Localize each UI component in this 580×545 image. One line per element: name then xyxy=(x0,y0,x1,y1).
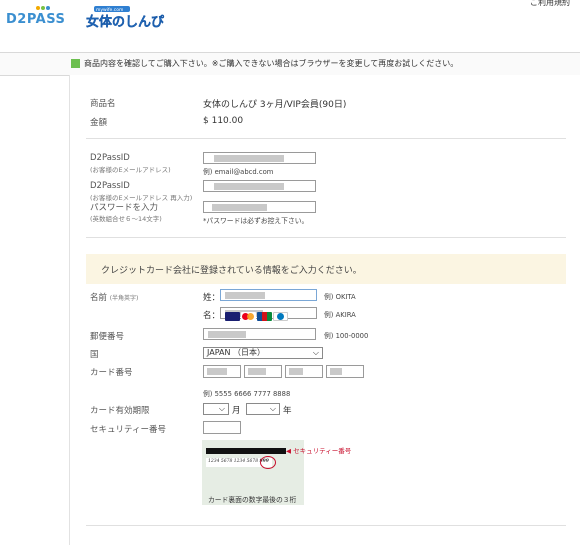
purchase-form: 商品名 女体のしんぴ 3ヶ月/VIP会員(90日) 金額 $ 110.00 D2… xyxy=(69,75,580,545)
d2passid-label: D2PassID xyxy=(90,153,130,163)
last-name-hint: 例) OKITA xyxy=(324,293,356,301)
brand-caption: mywife.com xyxy=(96,7,123,13)
card-number-hint: 例) 5555 6666 7777 8888 xyxy=(203,390,291,398)
name-label-text: 名前 xyxy=(90,293,108,303)
country-value: JAPAN （日本） xyxy=(207,348,266,357)
cvv-illustration: 1234 5678 1234 5678 999 ◀ セキュリティー番号 カード裏… xyxy=(202,440,351,505)
notice-square-icon xyxy=(71,59,80,68)
card-brand-logos xyxy=(225,312,289,321)
site-header: D2PASS mywife.com 女体のしんぴ ご利用規約 xyxy=(0,0,580,36)
security-code-label: セキュリティー番号 xyxy=(90,425,166,435)
notice-text: 商品内容を確認してご購入下さい。※ご購入できない場合はブラウザーを変更して再度お… xyxy=(84,59,459,68)
expiry-month-select[interactable]: ⌵ xyxy=(203,403,229,415)
mastercard-icon xyxy=(241,312,256,321)
first-name-prefix: 名： xyxy=(203,311,221,321)
expiry-year-select[interactable]: ⌵ xyxy=(246,403,280,415)
last-name-input[interactable] xyxy=(220,289,317,301)
chevron-down-icon: ⌵ xyxy=(218,404,225,413)
card-number-part-4[interactable] xyxy=(326,365,364,378)
expiry-label: カード有効期限 xyxy=(90,406,150,416)
password-sublabel: (英数組合せ６～14文字) xyxy=(90,215,162,223)
postal-hint: 例) 100-0000 xyxy=(324,332,369,340)
product-name-label: 商品名 xyxy=(90,99,116,109)
cvv-highlight-icon xyxy=(260,456,276,469)
d2passid-confirm-input[interactable] xyxy=(203,180,316,192)
d2passid-hint: 例) email@abcd.com xyxy=(203,168,274,176)
d2passid-sublabel: (お客様のEメールアドレス) xyxy=(90,166,171,174)
card-number-part-2[interactable] xyxy=(244,365,282,378)
brand-logo[interactable]: mywife.com 女体のしんぴ xyxy=(86,6,174,30)
product-name-value: 女体のしんぴ 3ヶ月/VIP会員(90日) xyxy=(203,100,347,110)
name-label: 名前 (半角英字) xyxy=(90,291,138,303)
country-label: 国 xyxy=(90,350,99,360)
notice-bar: 商品内容を確認してご購入下さい。※ご購入できない場合はブラウザーを変更して再度お… xyxy=(0,52,580,76)
last-name-prefix: 姓： xyxy=(203,293,221,303)
divider xyxy=(86,525,566,526)
card-number-label: カード番号 xyxy=(90,368,133,378)
card-number-part-1[interactable] xyxy=(203,365,241,378)
name-sublabel: (半角英字) xyxy=(109,295,139,302)
diners-club-icon xyxy=(273,312,288,321)
price-value: $ 110.00 xyxy=(203,116,244,126)
cvv-caption: カード裏面の数字最後の３桁 xyxy=(208,496,297,504)
postal-input[interactable] xyxy=(203,328,316,340)
brand-text: 女体のしんぴ xyxy=(86,14,165,30)
jcb-icon xyxy=(257,312,272,321)
magnetic-stripe xyxy=(206,448,286,454)
price-label: 金額 xyxy=(90,118,108,128)
d2passid-confirm-label: D2PassID xyxy=(90,181,130,191)
chevron-down-icon: ⌵ xyxy=(312,348,319,357)
security-code-input[interactable] xyxy=(203,421,241,434)
password-hint: *パスワードは必ずお控え下さい。 xyxy=(203,217,309,225)
first-name-hint: 例) AKIRA xyxy=(324,311,356,319)
d2pass-logo[interactable]: D2PASS xyxy=(6,12,65,27)
d2passid-input[interactable] xyxy=(203,152,316,164)
logo-dots-icon xyxy=(36,3,51,12)
expiry-year-unit: 年 xyxy=(283,406,292,416)
cvv-callout: ◀ セキュリティー番号 xyxy=(286,447,352,455)
card-info-banner-text: クレジットカード会社に登録されている情報をご入力ください。 xyxy=(101,266,362,276)
divider xyxy=(86,138,566,139)
divider xyxy=(86,237,566,238)
password-input[interactable] xyxy=(203,201,316,213)
expiry-month-unit: 月 xyxy=(232,406,241,416)
visa-icon xyxy=(225,312,240,321)
chevron-down-icon: ⌵ xyxy=(269,404,276,413)
country-select[interactable]: JAPAN （日本） ⌵ xyxy=(203,347,323,359)
card-number-part-3[interactable] xyxy=(285,365,323,378)
postal-label: 郵便番号 xyxy=(90,332,125,342)
password-label: パスワードを入力 xyxy=(90,203,159,213)
terms-link[interactable]: ご利用規約 xyxy=(530,0,570,8)
card-info-banner: クレジットカード会社に登録されている情報をご入力ください。 xyxy=(86,254,566,284)
